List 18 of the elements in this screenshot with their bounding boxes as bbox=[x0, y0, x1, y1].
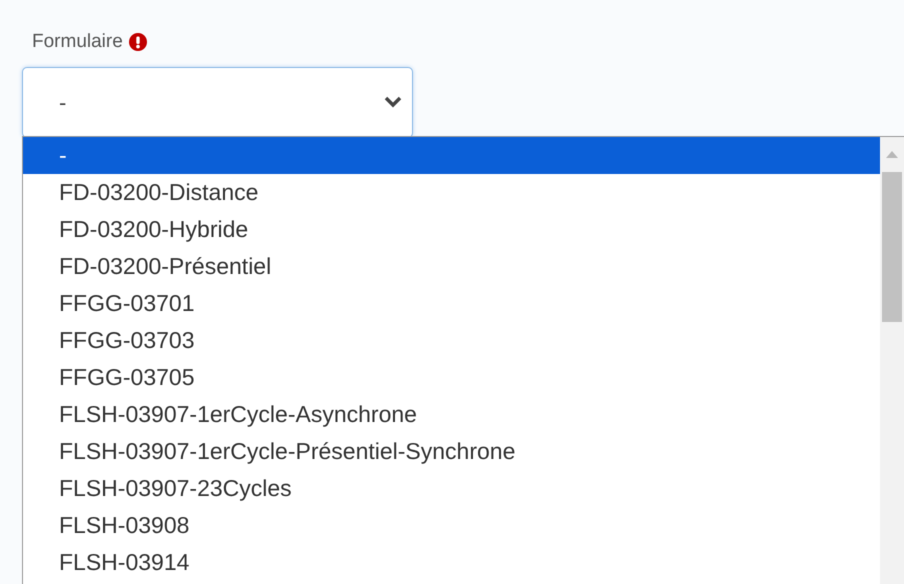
dropdown-option[interactable]: FLSH-03907-1erCycle-Asynchrone bbox=[23, 396, 880, 433]
dropdown-option[interactable]: FD-03200-Distance bbox=[23, 174, 880, 211]
dropdown-option[interactable]: FLSH-03907-23Cycles bbox=[23, 470, 880, 507]
dropdown-option[interactable]: FFGG-03705 bbox=[23, 359, 880, 396]
scroll-up-icon[interactable] bbox=[886, 151, 898, 158]
field-label: Formulaire bbox=[32, 30, 123, 54]
dropdown-option[interactable]: FFGG-03701 bbox=[23, 285, 880, 322]
chevron-down-icon bbox=[384, 96, 402, 108]
scrollbar-thumb[interactable] bbox=[882, 172, 902, 322]
form-select[interactable]: - bbox=[22, 66, 413, 138]
scrollbar[interactable] bbox=[880, 137, 904, 584]
dropdown-option[interactable]: FLSH-03907-1erCycle-Présentiel-Synchrone bbox=[23, 433, 880, 470]
dropdown-option[interactable]: FLSH-03914 bbox=[23, 544, 880, 581]
dropdown-option[interactable]: FD-03200-Hybride bbox=[23, 211, 880, 248]
dropdown-option[interactable]: FFGG-03703 bbox=[23, 322, 880, 359]
dropdown-option[interactable]: - bbox=[23, 137, 880, 174]
dropdown-option[interactable]: FD-03200-Présentiel bbox=[23, 248, 880, 285]
dropdown-option[interactable]: FLSH-03908 bbox=[23, 507, 880, 544]
